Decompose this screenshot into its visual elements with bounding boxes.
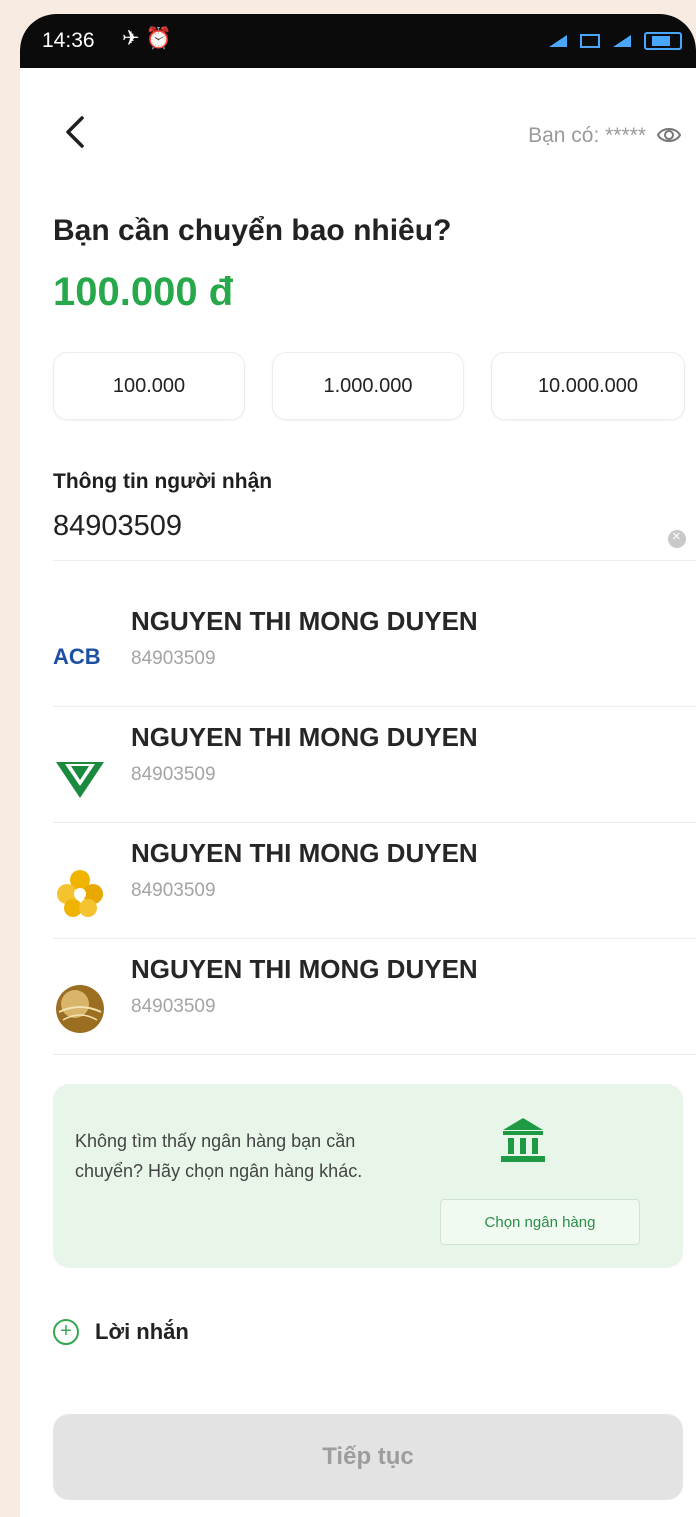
choose-bank-panel: Không tìm thấy ngân hàng bạn cần chuyển?… [53,1084,683,1268]
quick-amount-100k[interactable]: 100.000 [53,352,245,420]
recipient-name: NGUYEN THI MONG DUYEN [131,838,478,868]
status-time: 14:36 [42,29,95,52]
page-title: Bạn cần chuyển bao nhiêu? [53,214,452,247]
recipient-name: NGUYEN THI MONG DUYEN [131,954,478,984]
divider [53,706,696,707]
recipient-result[interactable]: NGUYEN THI MONG DUYEN 84903509 [53,942,696,1054]
divider [53,938,696,939]
notification-icon: ✈ [122,27,146,50]
balance-text: Bạn có: ***** [528,124,646,147]
quick-amount-10m[interactable]: 10.000.000 [491,352,685,420]
recipient-label: Thông tin người nhận [53,470,273,493]
signal-icon [613,35,631,47]
recipient-name: NGUYEN THI MONG DUYEN [131,722,478,752]
recipient-account: 84903509 [131,764,216,785]
status-left-icons: ✈⏰ [122,26,178,51]
recipient-account: 84903509 [131,648,216,669]
add-note[interactable]: + Lời nhắn [53,1319,189,1345]
eye-icon[interactable] [656,122,682,148]
divider [53,1054,696,1055]
recipient-input[interactable]: 84903509 [53,510,182,543]
status-bar: 14:36 ✈⏰ [20,14,696,68]
choose-bank-button[interactable]: Chọn ngân hàng [440,1199,640,1245]
divider [53,822,696,823]
clear-icon[interactable] [668,528,686,548]
recipient-account: 84903509 [131,996,216,1017]
back-arrow-icon[interactable] [60,110,90,154]
alarm-icon: ⏰ [145,27,178,50]
quick-amount-1m[interactable]: 1.000.000 [272,352,464,420]
note-label: Lời nhắn [95,1319,189,1344]
recipient-result[interactable]: NGUYEN THI MONG DUYEN 84903509 [53,826,696,938]
lte-icon [580,34,600,48]
vietcombank-logo [56,762,104,798]
bank-icon [501,1118,545,1162]
amount-display[interactable]: 100.000 đ [53,270,233,315]
battery-icon [644,32,682,50]
recipient-account: 84903509 [131,880,216,901]
gold-sphere-logo [56,985,104,1033]
recipient-result[interactable]: NGUYEN THI MONG DUYEN 84903509 [53,710,696,822]
acb-logo: ACB [53,644,101,669]
choose-bank-message: Không tìm thấy ngân hàng bạn cần chuyển?… [75,1131,363,1181]
recipient-result[interactable]: ACB NGUYEN THI MONG DUYEN 84903509 [53,594,696,706]
recipient-name: NGUYEN THI MONG DUYEN [131,606,478,636]
plus-circle-icon: + [53,1319,79,1345]
divider [53,560,696,561]
gold-flower-logo [57,870,103,917]
system-icons [548,32,682,50]
continue-button[interactable]: Tiếp tục [53,1414,683,1500]
phone-screen: 14:36 ✈⏰ Bạn có: ***** Bạn cần chuyển ba… [20,14,696,1517]
signal-icon [549,35,567,47]
